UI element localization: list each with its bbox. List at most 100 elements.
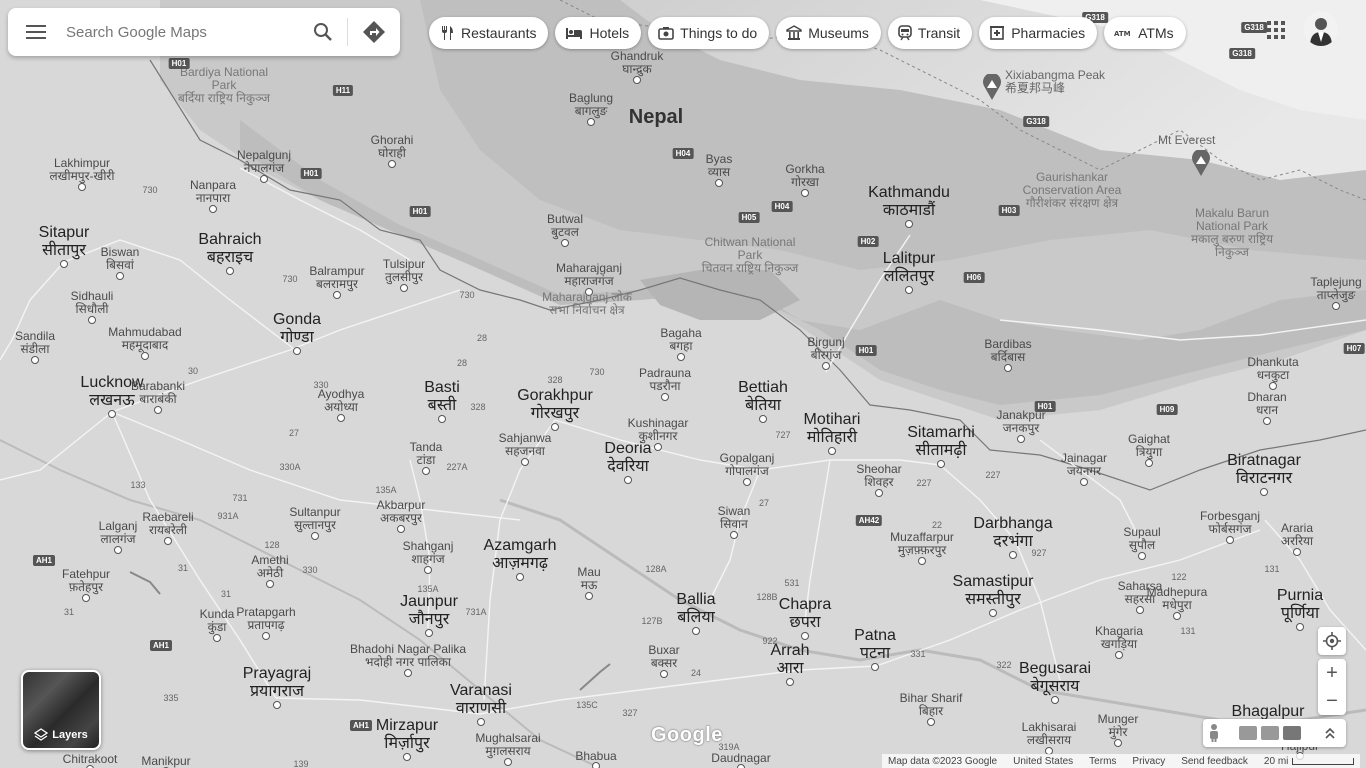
city-label[interactable]: Tulsipur तुलसीपुर [383, 258, 425, 284]
city-label[interactable]: Forbesganj फोर्बसगंज [1200, 510, 1260, 536]
city-label[interactable]: Arrah आरा [770, 642, 809, 678]
city-label[interactable]: Janakpur जनकपुर [996, 409, 1045, 435]
chip-transit[interactable]: Transit [887, 17, 973, 49]
city-label[interactable]: Akbarpur अकबरपुर [377, 499, 426, 525]
city-label[interactable]: Bagaha बगहा [660, 327, 701, 353]
peak-label[interactable]: Xixiabangma Peak 希夏邦马峰 [1005, 69, 1105, 95]
expand-up-icon[interactable] [1323, 726, 1337, 740]
city-label[interactable]: Lalitpur ललितपुर [883, 250, 935, 286]
city-label[interactable]: Motihari मोतिहारी [804, 411, 861, 447]
park-label[interactable]: Bardiya National Park बर्दिया राष्ट्रिय न… [169, 66, 279, 105]
city-label[interactable]: Kunda कुंडा [200, 608, 235, 634]
city-label[interactable]: Tanda टांडा [410, 441, 443, 467]
city-label[interactable]: Supaul सुपौल [1123, 526, 1160, 552]
city-label[interactable]: Munger मुंगेर [1098, 713, 1139, 739]
city-label[interactable]: Darbhanga दरभंगा [973, 515, 1052, 551]
chip-pharmacies[interactable]: Pharmacies [979, 17, 1098, 49]
city-label[interactable]: Mirzapur मिर्ज़ापुर [376, 717, 438, 753]
chip-restaurants[interactable]: Restaurants [429, 17, 549, 49]
city-label[interactable]: Bardibas बर्दिबास [984, 338, 1031, 364]
chip-hotels[interactable]: Hotels [555, 17, 642, 49]
city-label[interactable]: Samastipur समस्तीपुर [953, 573, 1034, 609]
city-label[interactable]: Lalganj लालगंज [99, 520, 138, 546]
scale-bar[interactable]: 20 mi [1264, 756, 1355, 767]
city-label[interactable]: Padrauna पडरौना [639, 367, 691, 393]
my-location-button[interactable] [1318, 627, 1346, 655]
park-label[interactable]: Gaurishankar Conservation Area गौरीशंकर स… [1017, 171, 1127, 210]
city-label[interactable]: Nanpara नानपारा [190, 179, 236, 205]
city-label[interactable]: Kushinagar कुशीनगर [628, 417, 689, 443]
city-label[interactable]: Lakhimpur लखीमपुर-खीरी [50, 157, 115, 183]
pegman-icon[interactable] [1207, 723, 1221, 743]
city-label[interactable]: Jaunpur जौनपुर [400, 593, 458, 629]
city-label[interactable]: Dhankuta धनकुटा [1247, 356, 1298, 382]
city-label[interactable]: Bihar Sharif बिहार [900, 692, 963, 718]
city-label[interactable]: Raebareli रायबरेली [142, 511, 193, 537]
city-label[interactable]: Ayodhya अयोध्या [318, 388, 364, 414]
satellite-thumbnail[interactable] [1283, 726, 1301, 740]
terms-link[interactable]: Terms [1089, 756, 1116, 767]
search-input[interactable] [64, 22, 299, 42]
city-label[interactable]: Maharajganj महाराजगंज [556, 262, 622, 288]
city-label[interactable]: Sitamarhi सीतामढ़ी [907, 424, 975, 460]
city-label[interactable]: Ghandruk घान्द्रुक [611, 50, 664, 76]
traffic-thumbnail[interactable] [1261, 726, 1279, 740]
mountain-pin-icon[interactable] [982, 74, 1002, 100]
city-label[interactable]: Khagaria खगड़िया [1095, 625, 1143, 651]
country-label[interactable]: Nepal [629, 107, 683, 127]
menu-button[interactable] [8, 8, 64, 56]
city-label[interactable]: Buxar बक्सर [648, 644, 679, 670]
city-label[interactable]: Jainagar जयनगर [1061, 452, 1107, 478]
region-link[interactable]: United States [1013, 756, 1073, 767]
park-label[interactable]: Chitwan National Park चितवन राष्ट्रिय निक… [695, 236, 805, 275]
city-label[interactable]: Biratnagar विराटनगर [1227, 452, 1301, 488]
city-label[interactable]: Gaighat त्रियुगा [1128, 433, 1170, 459]
city-label[interactable]: Muzaffarpur मुज़फ़्फ़रपुर [890, 531, 954, 557]
city-label[interactable]: Fatehpur फ़तेहपुर [62, 568, 110, 594]
city-label[interactable]: Begusarai बेगूसराय [1019, 660, 1091, 696]
city-label[interactable]: Bahraich बहराइच [198, 231, 261, 267]
city-label[interactable]: Mau मऊ [577, 566, 600, 592]
map-canvas[interactable]: Kathmandu काठमाडौं Lalitpur ललितपुर Lucknow ल… [0, 0, 1366, 768]
city-label[interactable]: Gonda गोण्डा [273, 311, 321, 347]
peak-label[interactable]: Mt Everest [1158, 134, 1215, 147]
park-label[interactable]: Maharajganj लोक सभा निर्वाचन क्षेत्र [532, 291, 642, 317]
city-label[interactable]: Deoria देवरिया [604, 440, 651, 476]
city-label[interactable]: Taplejung ताप्लेजुङ [1310, 276, 1361, 302]
city-label[interactable]: Bettiah बेतिया [738, 379, 788, 415]
city-label[interactable]: Biswan बिसवां [101, 246, 140, 272]
city-label[interactable]: Patna पटना [854, 627, 896, 663]
city-label[interactable]: Shahganj शाहगंज [403, 540, 454, 566]
city-label[interactable]: Mughalsarai मुग़लसराय [475, 732, 540, 758]
city-label[interactable]: Byas व्यास [706, 153, 733, 179]
city-label[interactable]: Sandila संडीला [15, 330, 55, 356]
city-label[interactable]: Chapra छपरा [779, 596, 831, 632]
city-label[interactable]: Ballia बलिया [676, 591, 715, 627]
city-label[interactable]: Sultanpur सुल्तानपुर [289, 506, 340, 532]
account-avatar[interactable] [1304, 12, 1338, 46]
city-label[interactable]: Azamgarh आज़मगढ़ [484, 537, 557, 573]
layers-button[interactable]: Layers [21, 670, 101, 750]
city-label[interactable]: Birgunj बीरगंज [807, 336, 844, 362]
city-label[interactable]: Ghorahi घोराही [371, 134, 414, 160]
city-label[interactable]: Siwan सिवान [718, 505, 751, 531]
city-label[interactable]: Varanasi वाराणसी [450, 682, 512, 718]
city-label[interactable]: Gorkha गोरखा [785, 163, 824, 189]
chip-things-to-do[interactable]: Things to do [648, 17, 770, 49]
city-label[interactable]: Sheohar शिवहर [856, 463, 901, 489]
city-label[interactable]: Sidhauli सिधौली [71, 290, 114, 316]
city-label[interactable]: Prayagraj प्रयागराज [243, 665, 311, 701]
city-label[interactable]: Pratapgarh प्रतापगढ़ [236, 606, 295, 632]
city-label[interactable]: Sitapur सीतापुर [39, 224, 90, 260]
city-label[interactable]: Basti बस्ती [424, 379, 460, 415]
search-button[interactable] [299, 8, 347, 56]
city-label[interactable]: Bhadohi Nagar Palika भदोही नगर पालिका [350, 643, 466, 669]
terrain-thumbnail[interactable] [1239, 726, 1257, 740]
privacy-link[interactable]: Privacy [1132, 756, 1165, 767]
city-label[interactable]: Baglung बागलुङ [569, 92, 613, 118]
zoom-out-button[interactable]: − [1318, 687, 1346, 715]
mountain-pin-icon[interactable] [1191, 150, 1211, 176]
send-feedback-link[interactable]: Send feedback [1181, 756, 1248, 767]
city-label[interactable]: Gopalganj गोपालगंज [720, 452, 775, 478]
city-label[interactable]: Nepalgunj नेपालगंज [237, 149, 291, 175]
